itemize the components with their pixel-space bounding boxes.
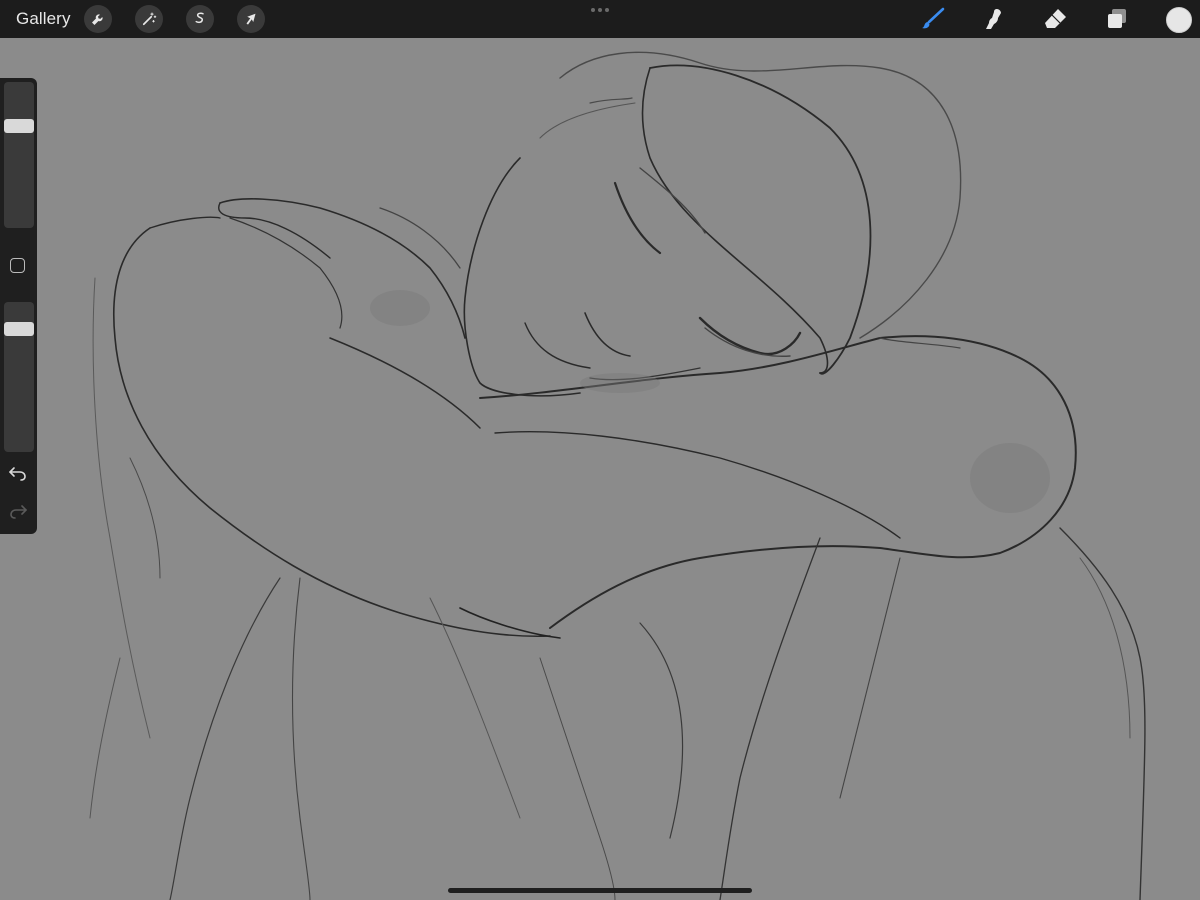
actions-wrench-icon[interactable] — [84, 5, 112, 33]
modifier-square-icon[interactable] — [10, 258, 25, 273]
adjustments-magic-wand-icon[interactable] — [135, 5, 163, 33]
top-toolbar: Gallery — [0, 0, 1200, 38]
home-indicator[interactable] — [448, 888, 752, 893]
gallery-button[interactable]: Gallery — [16, 9, 71, 29]
smudge-icon — [986, 9, 1001, 29]
brush-opacity-thumb[interactable] — [4, 322, 34, 337]
brush-size-slider[interactable] — [4, 82, 34, 228]
eraser-tool-button[interactable] — [1041, 5, 1071, 33]
brush-tool-button[interactable] — [918, 5, 948, 33]
arrow-cursor-icon — [246, 13, 256, 25]
transform-arrow-icon[interactable] — [237, 5, 265, 33]
color-picker-swatch[interactable] — [1166, 7, 1192, 33]
selection-s-icon-glyph — [195, 12, 204, 24]
drawing-canvas[interactable] — [0, 38, 1200, 900]
dot — [591, 8, 595, 12]
undo-icon[interactable] — [8, 464, 28, 482]
dot — [598, 8, 602, 12]
brush-size-thumb[interactable] — [4, 118, 34, 133]
more-dots-icon[interactable] — [591, 8, 609, 12]
sketch-artwork — [0, 38, 1200, 900]
layers-icon — [1108, 9, 1126, 28]
smudge-tool-button[interactable] — [979, 5, 1009, 33]
wrench-icon — [92, 14, 103, 25]
layers-tool-button[interactable] — [1102, 5, 1132, 33]
redo-icon[interactable] — [8, 502, 28, 520]
selection-s-icon[interactable] — [186, 5, 214, 33]
eraser-icon — [1045, 9, 1066, 28]
brush-icon — [922, 7, 945, 29]
magic-wand-icon — [142, 12, 157, 26]
dot — [605, 8, 609, 12]
brush-sidebar — [0, 78, 37, 534]
